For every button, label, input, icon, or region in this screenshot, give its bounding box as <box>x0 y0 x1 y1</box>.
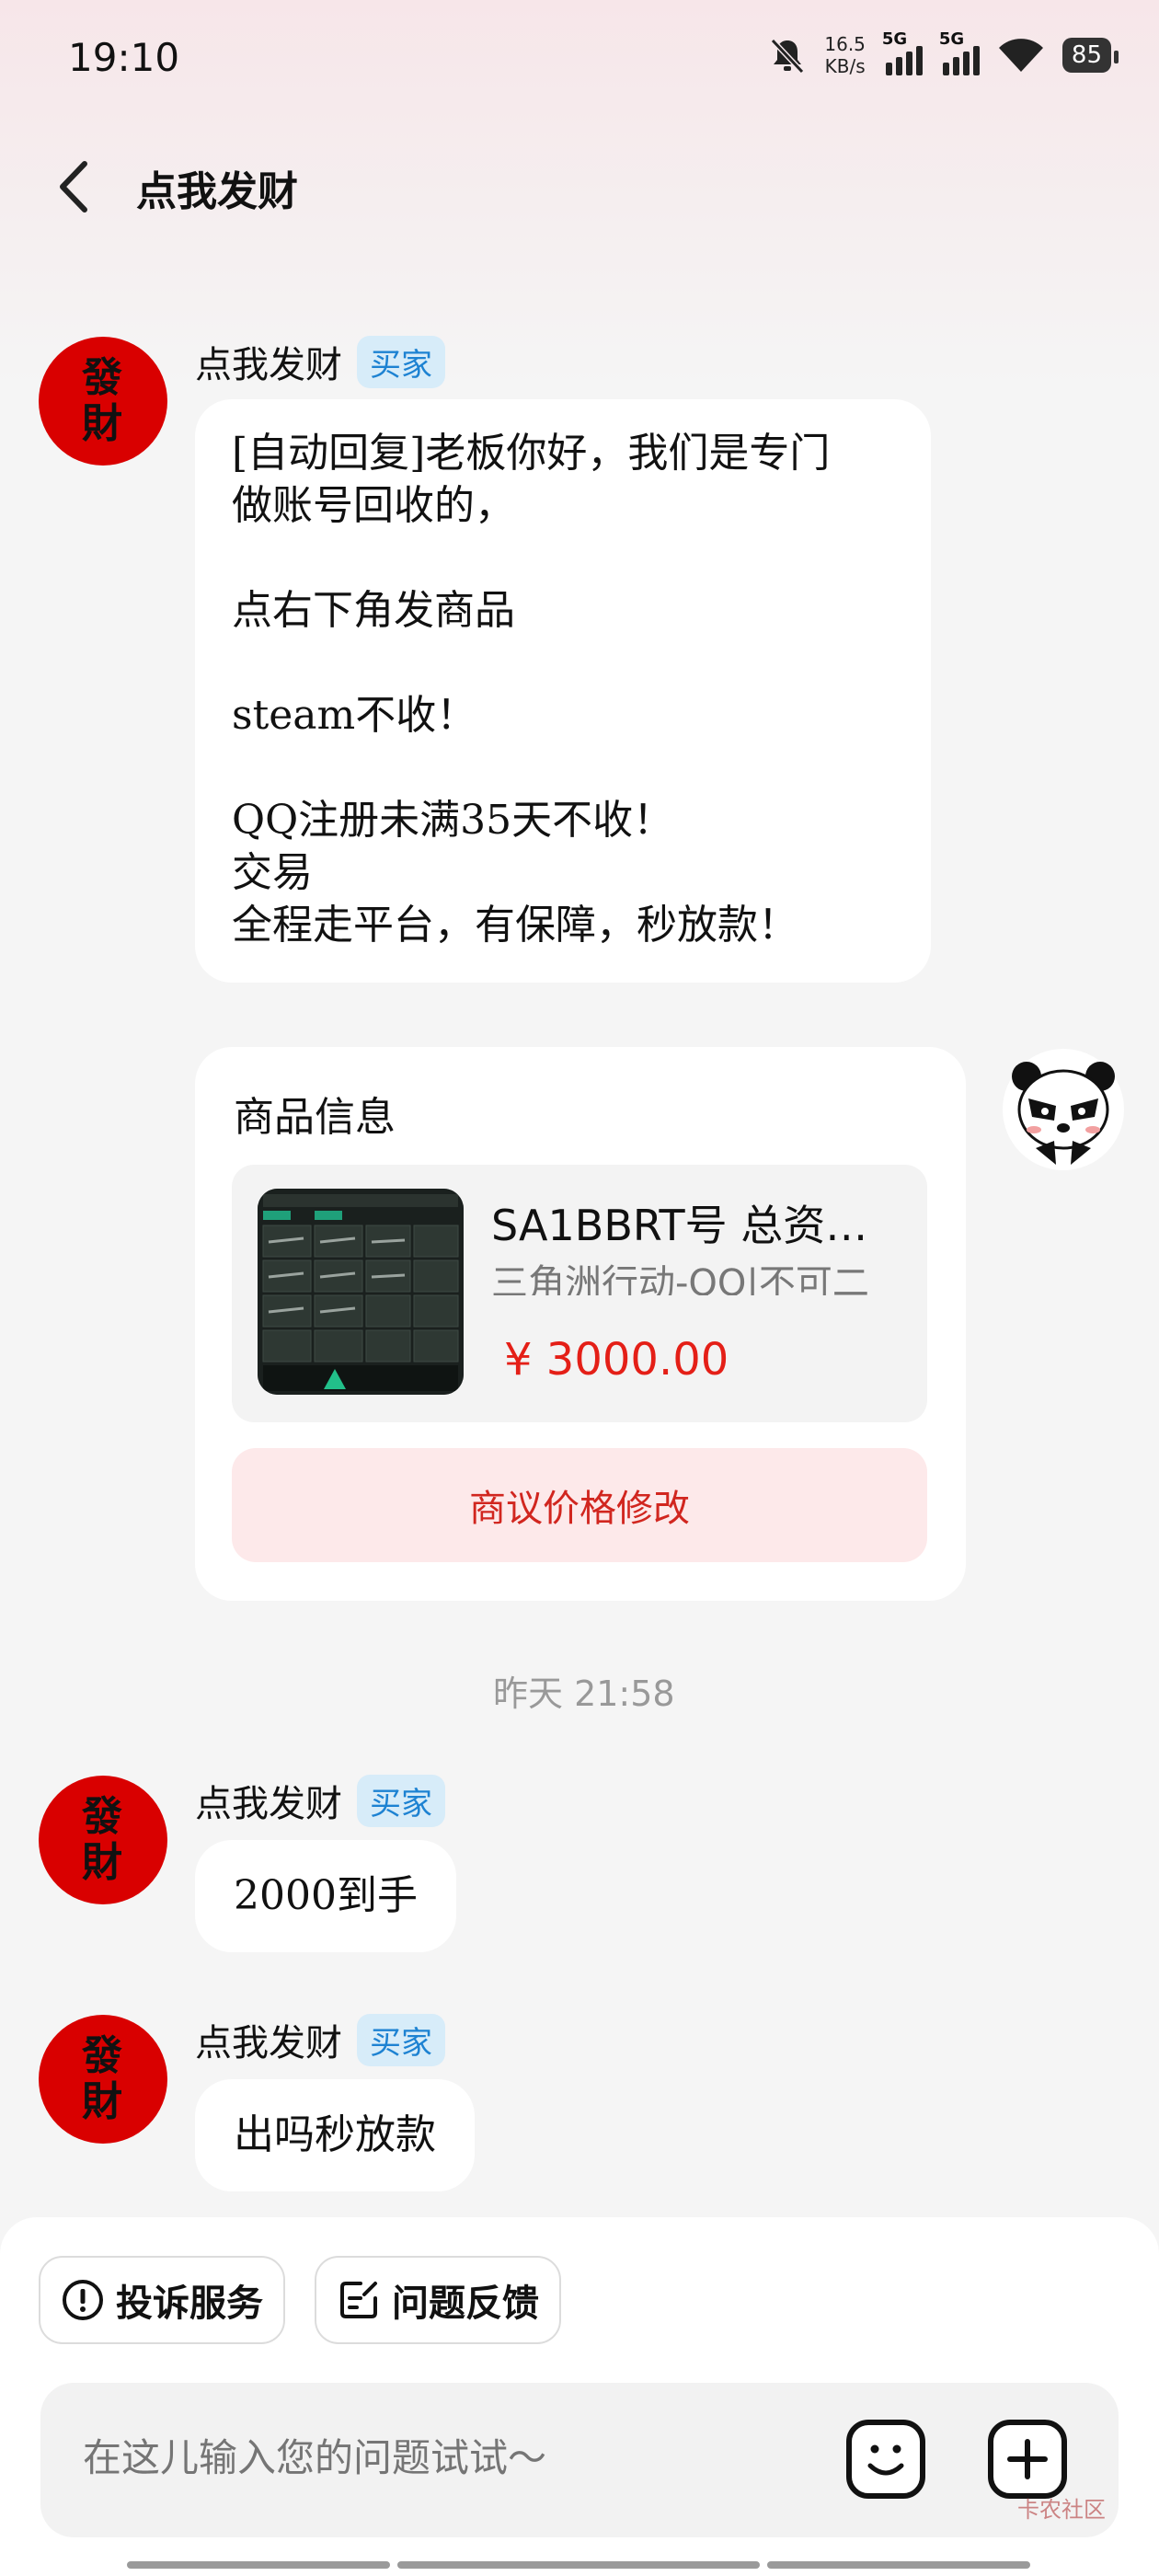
sender-header: 点我发财 买家 <box>195 335 445 388</box>
message-input[interactable] <box>81 2434 839 2481</box>
game-screenshot-image <box>258 1189 464 1395</box>
product-thumbnail[interactable] <box>258 1189 464 1395</box>
sender-name: 点我发财 <box>195 2022 342 2064</box>
negotiate-price-button[interactable]: 商议价格修改 <box>232 1448 927 1562</box>
page-title: 点我发财 <box>136 168 298 215</box>
sender-name: 点我发财 <box>195 1783 342 1825</box>
message-bubble[interactable]: 出吗秒放款 <box>195 2079 475 2191</box>
product-subtitle: 三角洲行动-QQ|不可二 <box>491 1262 869 1295</box>
status-icons: 16.5 KB/s 5G 5G 85 <box>767 29 1119 77</box>
product-price: ¥ 3000.00 <box>504 1334 729 1386</box>
product-card[interactable]: 商品信息 SA1BBRT号 总资… 三角洲行动-QQ|不可二 ¥ 3000.00… <box>195 1047 966 1601</box>
network-speed: 16.5 KB/s <box>824 33 866 77</box>
message-bubble[interactable]: 2000到手 <box>195 1840 456 1952</box>
seller-avatar[interactable]: 發 財 <box>39 1776 167 1904</box>
user-avatar[interactable] <box>1003 1049 1124 1170</box>
message-bubble[interactable]: [自动回复]老板你好，我们是专门 做账号回收的， 点右下角发商品 steam不收… <box>195 399 931 983</box>
sender-header: 点我发财 买家 <box>195 2013 445 2066</box>
signal-icon-sim1: 5G <box>882 29 923 75</box>
wifi-icon <box>998 39 1043 72</box>
plus-icon[interactable] <box>988 2420 1067 2499</box>
nav-bar-segment <box>127 2561 390 2569</box>
emoji-icon[interactable] <box>846 2420 925 2499</box>
nav-bar-segment <box>767 2561 1030 2569</box>
exclamation-circle-icon <box>63 2280 103 2320</box>
signal-icon-sim2: 5G <box>939 29 980 75</box>
seller-avatar[interactable]: 發 財 <box>39 2015 167 2144</box>
sender-header: 点我发财 买家 <box>195 1774 445 1827</box>
message-timestamp: 昨天 21:58 <box>493 1673 675 1714</box>
complaint-service-button[interactable]: 投诉服务 <box>39 2256 285 2344</box>
feedback-button[interactable]: 问题反馈 <box>315 2256 561 2344</box>
status-time: 19:10 <box>68 35 180 80</box>
product-name: SA1BBRT号 总资… <box>491 1201 868 1250</box>
product-card-heading: 商品信息 <box>234 1094 396 1141</box>
seller-avatar[interactable]: 發 財 <box>39 337 167 466</box>
role-badge: 买家 <box>357 2013 445 2066</box>
panda-icon <box>1004 1051 1122 1168</box>
role-badge: 买家 <box>357 1774 445 1827</box>
mute-bell-icon <box>771 38 805 75</box>
back-arrow-icon[interactable] <box>52 155 98 219</box>
message-input-bar <box>40 2383 1119 2537</box>
battery-indicator: 85 <box>1061 38 1119 73</box>
role-badge: 买家 <box>357 335 445 388</box>
watermark: 卡农社区 <box>1017 2497 1106 2523</box>
product-item[interactable]: SA1BBRT号 总资… 三角洲行动-QQ|不可二 ¥ 3000.00 <box>232 1165 927 1422</box>
nav-bar-segment <box>397 2561 760 2569</box>
edit-note-icon <box>340 2282 377 2318</box>
sender-name: 点我发财 <box>195 344 342 386</box>
